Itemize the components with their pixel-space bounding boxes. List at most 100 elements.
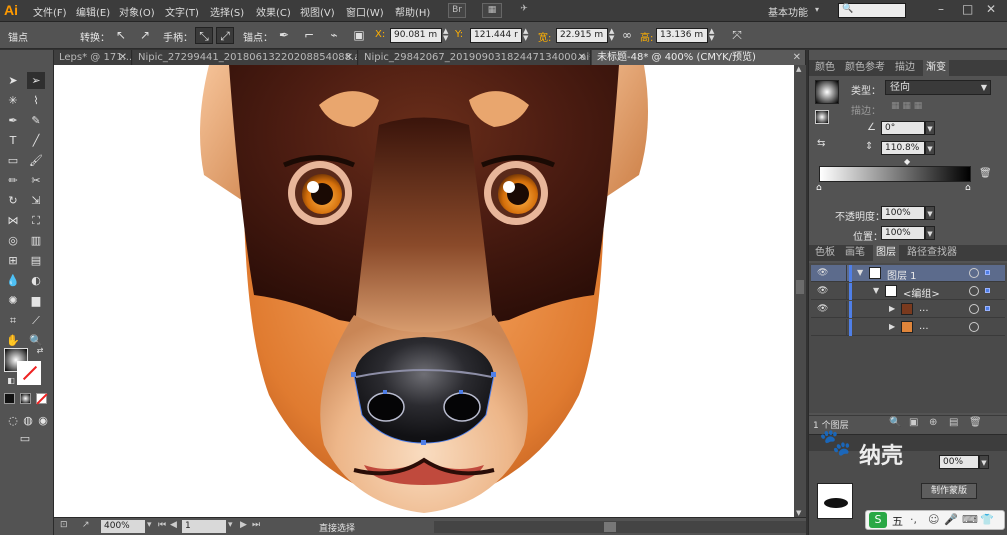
menu-view[interactable]: 视图(V)	[300, 4, 335, 19]
selection-indicator[interactable]	[985, 288, 990, 293]
paintbrush-tool-icon[interactable]: 🖌	[27, 152, 45, 169]
screen-mode-icon[interactable]: ▭	[14, 430, 36, 447]
chevron-right-icon[interactable]: ▶	[889, 304, 895, 313]
pencil-tool-icon[interactable]: ✏	[4, 172, 22, 189]
layer-name[interactable]: ...	[919, 303, 929, 314]
gpu-icon[interactable]: ✈	[515, 3, 533, 18]
free-transform-tool-icon[interactable]: ⛶	[27, 212, 45, 229]
next-artboard-icon[interactable]: ▶	[240, 520, 247, 530]
gradient-tool-icon[interactable]: ▤	[27, 252, 45, 269]
color-mode-icon[interactable]	[4, 393, 15, 404]
gradient-slider[interactable]	[819, 166, 971, 182]
ime-emoji-icon[interactable]: ☺	[928, 513, 939, 526]
zoom-dropdown-icon[interactable]: ▾	[147, 520, 152, 530]
bridge-icon[interactable]: Br	[448, 3, 466, 18]
layer-name[interactable]: ...	[919, 321, 929, 332]
eye-icon[interactable]	[817, 322, 829, 332]
layer-row[interactable]: 👁 ▶ ...	[811, 301, 1005, 318]
tab-pathfinder[interactable]: 路径查找器	[907, 245, 957, 261]
pen-tool-icon[interactable]: ✒	[4, 112, 22, 129]
line-tool-icon[interactable]: ╱	[27, 132, 45, 149]
lock-toggle[interactable]	[833, 265, 847, 282]
menu-type[interactable]: 文字(T)	[165, 4, 199, 19]
ime-voice-icon[interactable]: 🎤	[944, 513, 958, 526]
ime-logo-icon[interactable]: S	[869, 512, 887, 528]
make-mask-button[interactable]: 制作蒙版	[921, 483, 977, 499]
close-icon[interactable]: ✕	[793, 50, 801, 65]
symbol-sprayer-tool-icon[interactable]: ✺	[4, 292, 22, 309]
close-icon[interactable]: ✕	[345, 50, 353, 65]
angle-dropdown-icon[interactable]: ▼	[925, 121, 935, 135]
artboard-tool-icon[interactable]: ⌗	[4, 312, 22, 329]
default-colors-icon[interactable]: ◧	[2, 372, 20, 389]
lock-toggle[interactable]	[833, 319, 847, 336]
ime-punct-icon[interactable]: ·,	[910, 513, 917, 526]
angle-field[interactable]: 0°	[881, 121, 925, 135]
tab-gradient[interactable]: 渐变	[923, 60, 949, 76]
scale-tool-icon[interactable]: ⇲	[27, 192, 45, 209]
artboard-canvas[interactable]	[54, 65, 794, 517]
column-graph-tool-icon[interactable]: ▆	[27, 292, 45, 309]
vertical-scroll-thumb[interactable]	[796, 280, 804, 294]
hand-tool-icon[interactable]: ✋	[4, 332, 22, 349]
gradient-preview[interactable]	[815, 80, 839, 104]
rectangle-tool-icon[interactable]: ▭	[4, 152, 22, 169]
x-field[interactable]: 90.081 m	[390, 28, 442, 43]
tab-doc-4[interactable]: 未标题-48* @ 400% (CMYK/预览) ✕	[592, 50, 806, 65]
lasso-tool-icon[interactable]: ⌇	[27, 92, 45, 109]
remove-anchor-icon[interactable]: ✒	[275, 27, 293, 44]
ime-keyboard-icon[interactable]: ⌨	[962, 513, 978, 526]
scroll-up-icon[interactable]: ▲	[796, 65, 801, 73]
workspace-dropdown-icon[interactable]: ▾	[815, 5, 819, 14]
scroll-down-icon[interactable]: ▼	[796, 509, 801, 517]
new-sublayer-icon[interactable]: ⊕	[929, 417, 937, 428]
cut-path-icon[interactable]: ⌁	[325, 27, 343, 44]
tab-doc-3[interactable]: Nipic_29842067_20190903182447134000.ai* ✕	[359, 50, 591, 65]
transparency-opacity-dropdown-icon[interactable]: ▼	[979, 455, 989, 469]
y-spinner[interactable]: ▲ ▼	[523, 28, 531, 43]
chevron-right-icon[interactable]: ▶	[889, 322, 895, 331]
gradient-mode-icon[interactable]	[20, 393, 31, 404]
constrain-link-icon[interactable]: ∞	[618, 27, 636, 44]
horizontal-scroll-thumb[interactable]	[604, 522, 616, 532]
layer-row[interactable]: 👁 ▼ 图层 1	[811, 265, 1005, 282]
type-tool-icon[interactable]: T	[4, 132, 22, 149]
swap-fill-stroke-icon[interactable]: ⇄	[31, 342, 49, 359]
artboard-dropdown-icon[interactable]: ▾	[228, 520, 233, 530]
rotate-tool-icon[interactable]: ↻	[4, 192, 22, 209]
convert-corner-icon[interactable]: ↖	[112, 27, 130, 44]
midpoint-diamond-icon[interactable]: ◆	[904, 157, 910, 166]
chevron-down-icon[interactable]: ▼	[873, 286, 879, 295]
workspace-switcher[interactable]: 基本功能	[768, 4, 808, 19]
tab-doc-2[interactable]: Nipic_27299441_20180613220208854088.ai* ✕	[133, 50, 358, 65]
close-icon[interactable]: ✕	[119, 50, 127, 65]
height-spinner[interactable]: ▲ ▼	[709, 28, 717, 43]
magic-wand-tool-icon[interactable]: ✳	[4, 92, 22, 109]
tab-stroke[interactable]: 描边	[895, 60, 915, 76]
width-tool-icon[interactable]: ⋈	[4, 212, 22, 229]
curvature-tool-icon[interactable]: ✎	[27, 112, 45, 129]
close-icon[interactable]: ✕	[986, 2, 996, 16]
connect-anchor-icon[interactable]: ⌐	[300, 27, 318, 44]
tab-swatches[interactable]: 色板	[815, 245, 835, 261]
selection-tool-icon[interactable]: ➤	[4, 72, 22, 89]
none-mode-icon[interactable]	[36, 393, 48, 405]
y-field[interactable]: 121.444 r	[470, 28, 522, 43]
selection-indicator[interactable]	[985, 270, 990, 275]
perspective-grid-tool-icon[interactable]: ▥	[27, 232, 45, 249]
search-input[interactable]: 🔍	[838, 3, 906, 18]
chevron-down-icon[interactable]: ▼	[857, 268, 863, 277]
tab-brushes[interactable]: 画笔	[845, 245, 865, 261]
clipping-mask-icon[interactable]: ▣	[909, 417, 918, 428]
opacity-field[interactable]: 100%	[881, 206, 925, 220]
stroke-swatch[interactable]	[17, 361, 41, 385]
ime-mode-icon[interactable]: 五	[892, 513, 903, 529]
slice-tool-icon[interactable]: ⟋	[27, 312, 45, 329]
close-icon[interactable]: ✕	[578, 50, 586, 65]
delete-stop-icon[interactable]: 🗑	[979, 168, 992, 179]
transform-icon[interactable]: ⤧	[728, 27, 746, 44]
prev-artboard-icon[interactable]: ◀	[170, 520, 177, 530]
tab-color-guide[interactable]: 颜色参考	[845, 60, 885, 76]
export-icon[interactable]: ↗	[82, 520, 90, 530]
tab-color[interactable]: 颜色	[815, 60, 835, 76]
